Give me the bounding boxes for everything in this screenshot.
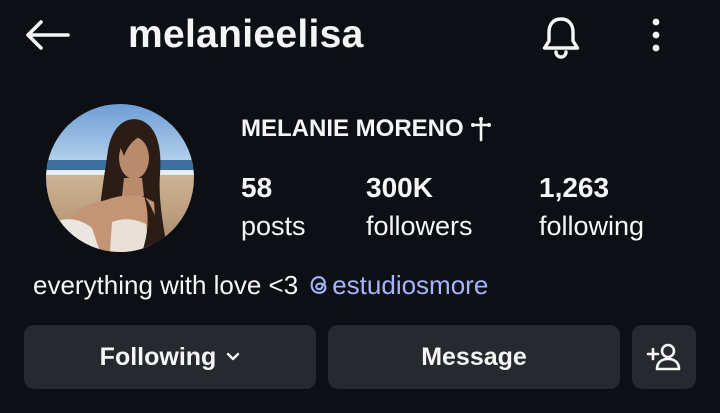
followers-label: followers: [366, 211, 473, 241]
following-label: following: [539, 211, 645, 241]
posts-label: posts: [241, 211, 306, 241]
following-button-label: Following: [99, 342, 217, 371]
threads-link[interactable]: estudiosmore: [308, 266, 488, 304]
profile-bio: everything with love <3 estudiosmore: [33, 266, 488, 304]
cross-icon: [470, 117, 491, 142]
followers-count: 300K: [366, 172, 433, 203]
stat-posts[interactable]: 58 posts: [241, 168, 306, 244]
profile-header: melanieelisa: [0, 0, 720, 72]
display-name-text: MELANIE MORENO: [241, 115, 464, 142]
stat-following[interactable]: 1,263 following: [539, 168, 644, 244]
bell-icon: [542, 17, 580, 59]
add-user-icon: [646, 343, 681, 371]
back-button[interactable]: [22, 14, 72, 56]
stat-followers[interactable]: 300K followers: [366, 168, 473, 244]
profile-username: melanieelisa: [128, 13, 364, 56]
suggest-users-button[interactable]: [632, 325, 696, 389]
threads-icon: [310, 276, 327, 294]
message-button-label: Message: [421, 342, 527, 371]
more-options-button[interactable]: [636, 12, 676, 58]
profile-display-name: MELANIE MORENO: [241, 112, 492, 146]
more-vertical-icon: [652, 18, 660, 52]
bio-text: everything with love <3: [33, 270, 299, 300]
message-button[interactable]: Message: [328, 325, 620, 389]
chevron-down-icon: [227, 352, 240, 361]
following-count: 1,263: [539, 172, 610, 203]
threads-link-text: estudiosmore: [332, 270, 489, 300]
following-button[interactable]: Following: [24, 325, 316, 389]
profile-avatar[interactable]: [46, 104, 194, 252]
notifications-button[interactable]: [536, 12, 586, 62]
posts-count: 58: [241, 172, 273, 203]
arrow-left-icon: [26, 20, 70, 50]
